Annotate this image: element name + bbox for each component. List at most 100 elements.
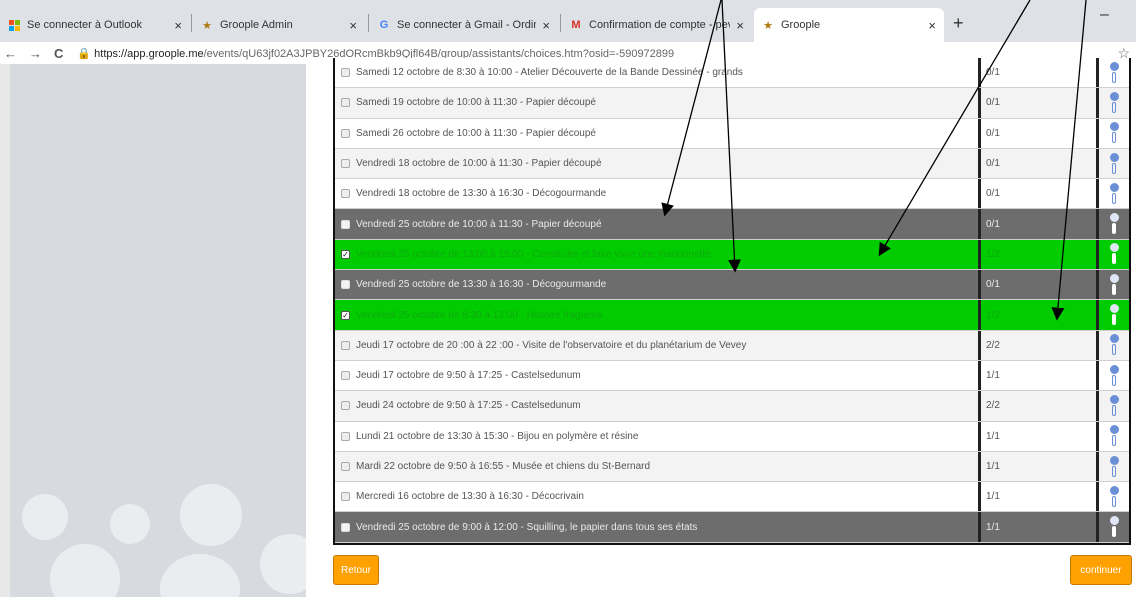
continue-button[interactable]: continuer	[1070, 555, 1132, 585]
choice-checkbox[interactable]	[341, 219, 350, 229]
close-icon[interactable]: ×	[928, 18, 936, 33]
choice-label: Samedi 19 octobre de 10:00 à 11:30 - Pap…	[356, 97, 596, 109]
choice-checkbox[interactable]	[341, 68, 350, 78]
choice-count: 1/1	[986, 491, 1000, 503]
choice-label: Vendredi 25 octobre de 10:00 à 11:30 - P…	[356, 218, 602, 230]
choice-checkbox[interactable]	[341, 431, 350, 441]
choice-row[interactable]: Jeudi 17 octobre de 9:50 à 17:25 - Caste…	[335, 360, 1129, 392]
count-cell: 0/1	[981, 58, 1099, 88]
choice-cell: ✓ Vendredi 25 octobre de 8:30 à 12:00 - H…	[335, 300, 981, 330]
tab-gmail-login[interactable]: G Se connecter à Gmail - Ordinateu ×	[370, 8, 558, 42]
choice-count: 2/2	[986, 339, 1000, 351]
tab-outlook[interactable]: Se connecter à Outlook ×	[0, 8, 190, 42]
participant-icon[interactable]	[1109, 485, 1119, 508]
count-cell: 2/2	[981, 330, 1099, 360]
close-icon[interactable]: ×	[174, 18, 182, 33]
action-cell	[1099, 179, 1129, 208]
choice-row[interactable]: Samedi 19 octobre de 10:00 à 11:30 - Pap…	[335, 88, 1129, 119]
choice-cell: Mardi 22 octobre de 9:50 à 16:55 - Musée…	[335, 451, 981, 482]
choice-row[interactable]: ✓ Vendredi 25 octobre de 13:00 à 15:00 - …	[335, 239, 1129, 271]
choice-count: 0/1	[986, 188, 1000, 200]
participant-icon[interactable]	[1109, 425, 1119, 447]
choice-row[interactable]: Mercredi 16 octobre de 13:30 à 16:30 - D…	[335, 482, 1129, 513]
choice-checkbox[interactable]	[341, 492, 350, 502]
tab-title: Groople	[781, 19, 821, 31]
choice-row[interactable]: Vendredi 18 octobre de 13:30 à 16:30 - D…	[335, 179, 1129, 210]
choice-checkbox[interactable]: ✓	[341, 249, 350, 259]
participant-icon[interactable]	[1109, 334, 1119, 356]
participant-icon[interactable]	[1109, 455, 1119, 478]
gmail-icon: M	[571, 19, 581, 31]
choice-checkbox[interactable]	[341, 401, 350, 411]
close-icon[interactable]: ×	[542, 18, 550, 33]
choice-count: 1/1	[986, 430, 1000, 442]
choice-count: 1/1	[986, 461, 1000, 472]
groople-icon: ★	[763, 19, 773, 32]
choice-row[interactable]: Lundi 21 octobre de 13:30 à 15:30 - Bijo…	[335, 421, 1129, 452]
decorative-circle	[180, 484, 242, 546]
choice-row[interactable]: Vendredi 18 octobre de 10:00 à 11:30 - P…	[335, 148, 1129, 180]
count-cell: 1/1	[981, 421, 1099, 451]
action-cell	[1099, 119, 1129, 148]
choice-label: Samedi 12 octobre de 8:30 à 10:00 - Atel…	[356, 67, 743, 79]
forward-arrow-icon[interactable]: →	[29, 46, 42, 61]
choice-checkbox[interactable]	[341, 522, 350, 532]
choice-row[interactable]: Vendredi 25 octobre de 9:00 à 12:00 - Sq…	[335, 512, 1129, 543]
choice-checkbox[interactable]	[341, 280, 350, 290]
action-cell	[1099, 58, 1129, 87]
participant-icon[interactable]	[1109, 273, 1119, 296]
participant-icon[interactable]	[1109, 91, 1119, 114]
choice-checkbox[interactable]	[341, 128, 350, 138]
choice-label: Vendredi 18 octobre de 10:00 à 11:30 - P…	[356, 158, 602, 170]
choice-row[interactable]: Vendredi 25 octobre de 10:00 à 11:30 - P…	[335, 209, 1129, 240]
choice-cell: Vendredi 25 octobre de 10:00 à 11:30 - P…	[335, 209, 981, 239]
new-tab-button[interactable]: +	[953, 13, 964, 34]
participant-icon[interactable]	[1109, 213, 1119, 235]
back-button[interactable]: Retour	[333, 555, 379, 585]
participant-icon[interactable]	[1109, 61, 1119, 84]
choice-label: Jeudi 17 octobre de 20 :00 à 22 :00 - Vi…	[356, 339, 747, 351]
choice-checkbox[interactable]	[341, 189, 350, 199]
count-cell: 0/1	[981, 118, 1099, 148]
participant-icon[interactable]	[1109, 394, 1119, 417]
action-cell	[1099, 240, 1129, 269]
back-arrow-icon[interactable]: ←	[4, 46, 17, 61]
close-icon[interactable]: ×	[349, 18, 357, 33]
close-icon[interactable]: ×	[736, 18, 744, 33]
tab-groople-admin[interactable]: ★ Groople Admin ×	[193, 8, 365, 42]
choice-row[interactable]: Samedi 12 octobre de 8:30 à 10:00 - Atel…	[335, 58, 1129, 89]
choice-checkbox[interactable]: ✓	[341, 310, 350, 320]
choice-checkbox[interactable]	[341, 340, 350, 350]
choice-row[interactable]: Mardi 22 octobre de 9:50 à 16:55 - Musée…	[335, 451, 1129, 483]
choice-cell: Samedi 12 octobre de 8:30 à 10:00 - Atel…	[335, 58, 981, 88]
participant-icon[interactable]	[1109, 243, 1119, 265]
choice-label: Samedi 26 octobre de 10:00 à 11:30 - Pap…	[356, 127, 596, 139]
choice-checkbox[interactable]	[341, 98, 350, 108]
choice-row[interactable]: Jeudi 24 octobre de 9:50 à 17:25 - Caste…	[335, 391, 1129, 422]
tab-groople[interactable]: ★ Groople ×	[754, 8, 944, 42]
choice-row[interactable]: Jeudi 17 octobre de 20 :00 à 22 :00 - Vi…	[335, 330, 1129, 361]
participant-icon[interactable]	[1109, 122, 1119, 144]
participant-icon[interactable]	[1109, 182, 1119, 205]
decorative-circle	[22, 494, 68, 540]
reload-icon[interactable]: C	[54, 46, 63, 61]
count-cell: 1/1	[981, 482, 1099, 512]
minimize-button[interactable]: –	[1100, 6, 1109, 24]
count-cell: 0/1	[981, 270, 1099, 300]
choice-row[interactable]: Vendredi 25 octobre de 13:30 à 16:30 - D…	[335, 270, 1129, 301]
choice-checkbox[interactable]	[341, 159, 350, 169]
participant-icon[interactable]	[1109, 364, 1119, 387]
participant-icon[interactable]	[1109, 516, 1119, 538]
choice-checkbox[interactable]	[341, 371, 350, 381]
participant-icon[interactable]	[1109, 304, 1119, 326]
tab-title: Se connecter à Outlook	[27, 19, 142, 31]
participant-icon[interactable]	[1109, 152, 1119, 175]
choice-cell: Samedi 26 octobre de 10:00 à 11:30 - Pap…	[335, 118, 981, 148]
choice-row[interactable]: Samedi 26 octobre de 10:00 à 11:30 - Pap…	[335, 118, 1129, 149]
choice-checkbox[interactable]	[341, 462, 350, 471]
tab-confirmation[interactable]: M Confirmation de compte - peven ×	[562, 8, 752, 42]
count-cell: 1/2	[981, 239, 1099, 270]
tab-title: Confirmation de compte - peven	[589, 19, 731, 31]
choice-row[interactable]: ✓ Vendredi 25 octobre de 8:30 à 12:00 - H…	[335, 300, 1129, 331]
choice-count: 1/1	[986, 370, 1000, 382]
